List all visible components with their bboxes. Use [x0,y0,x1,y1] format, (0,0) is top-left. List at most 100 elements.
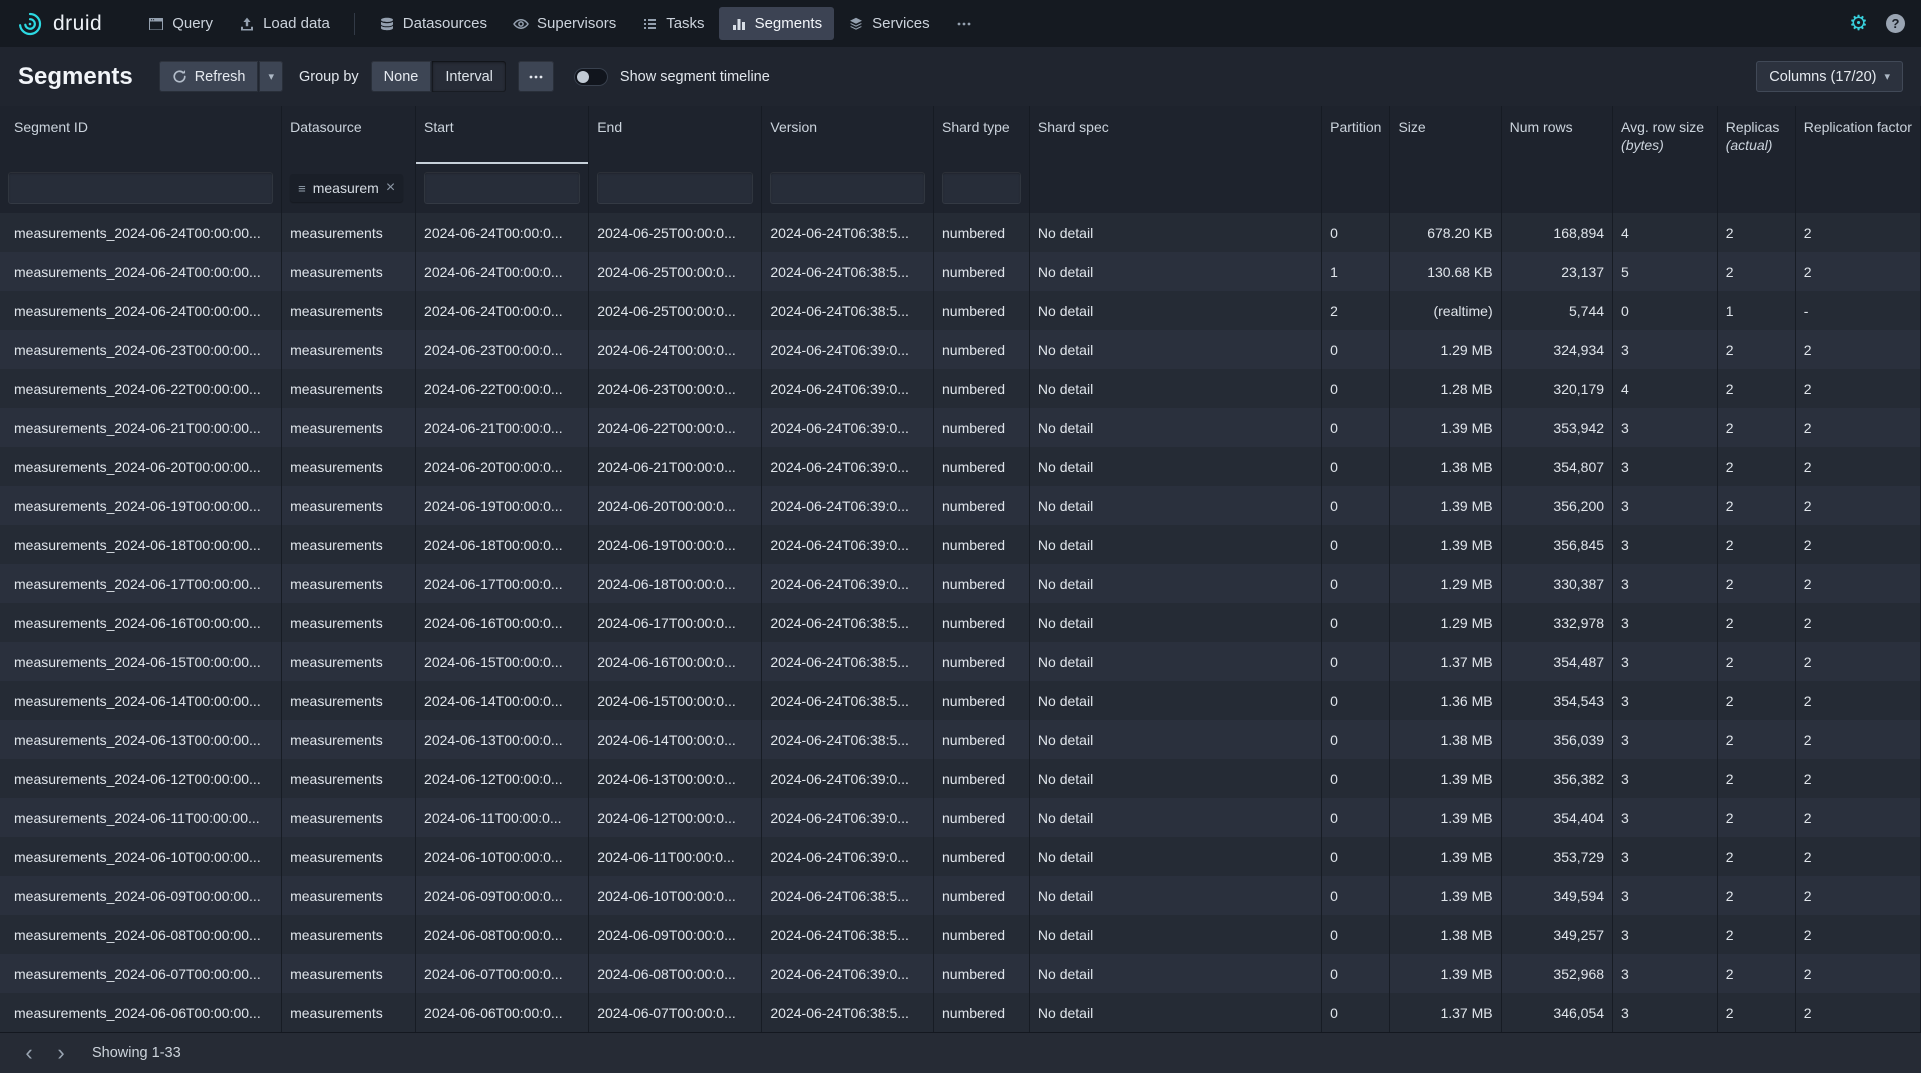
cell-partition[interactable]: 0 [1322,681,1390,720]
remove-filter-icon[interactable]: × [386,180,395,196]
cell-datasource[interactable]: measurements [282,486,416,525]
cell-segment-id[interactable]: measurements_2024-06-21T00:00:00... [0,408,282,447]
cell-avg-row-size[interactable]: 3 [1613,954,1718,993]
cell-partition[interactable]: 0 [1322,603,1390,642]
cell-shard-type[interactable]: numbered [934,564,1030,603]
cell-segment-id[interactable]: measurements_2024-06-22T00:00:00... [0,369,282,408]
cell-datasource[interactable]: measurements [282,993,416,1032]
cell-datasource[interactable]: measurements [282,759,416,798]
cell-start[interactable]: 2024-06-15T00:00:0... [416,642,589,681]
nav-item-tasks[interactable]: Tasks [630,7,716,40]
cell-avg-row-size[interactable]: 3 [1613,993,1718,1032]
cell-size[interactable]: 1.28 MB [1390,369,1501,408]
cell-end[interactable]: 2024-06-10T00:00:0... [589,876,762,915]
cell-shard-type[interactable]: numbered [934,837,1030,876]
column-header-shard-spec[interactable]: Shard spec [1029,106,1321,164]
cell-num-rows[interactable]: 354,543 [1501,681,1612,720]
cell-partition[interactable]: 2 [1322,291,1390,330]
cell-datasource[interactable]: measurements [282,720,416,759]
cell-version[interactable]: 2024-06-24T06:39:0... [762,330,934,369]
cell-partition[interactable]: 0 [1322,759,1390,798]
cell-shard-type[interactable]: numbered [934,603,1030,642]
cell-start[interactable]: 2024-06-24T00:00:0... [416,213,589,252]
cell-shard-spec[interactable]: No detail [1029,252,1321,291]
cell-avg-row-size[interactable]: 3 [1613,564,1718,603]
cell-datasource[interactable]: measurements [282,876,416,915]
cell-datasource[interactable]: measurements [282,837,416,876]
cell-shard-type[interactable]: numbered [934,915,1030,954]
cell-replication-factor[interactable]: 2 [1795,447,1920,486]
cell-segment-id[interactable]: measurements_2024-06-11T00:00:00... [0,798,282,837]
cell-version[interactable]: 2024-06-24T06:38:5... [762,213,934,252]
cell-num-rows[interactable]: 356,200 [1501,486,1612,525]
cell-num-rows[interactable]: 324,934 [1501,330,1612,369]
cell-replicas[interactable]: 2 [1717,798,1795,837]
cell-shard-spec[interactable]: No detail [1029,564,1321,603]
cell-replication-factor[interactable]: 2 [1795,252,1920,291]
cell-shard-type[interactable]: numbered [934,291,1030,330]
cell-segment-id[interactable]: measurements_2024-06-09T00:00:00... [0,876,282,915]
cell-size[interactable]: 1.39 MB [1390,486,1501,525]
cell-datasource[interactable]: measurements [282,954,416,993]
cell-replication-factor[interactable]: 2 [1795,486,1920,525]
cell-partition[interactable]: 0 [1322,993,1390,1032]
cell-start[interactable]: 2024-06-10T00:00:0... [416,837,589,876]
cell-shard-spec[interactable]: No detail [1029,603,1321,642]
cell-size[interactable]: 1.39 MB [1390,954,1501,993]
cell-avg-row-size[interactable]: 3 [1613,525,1718,564]
cell-shard-spec[interactable]: No detail [1029,291,1321,330]
cell-end[interactable]: 2024-06-14T00:00:0... [589,720,762,759]
cell-num-rows[interactable]: 330,387 [1501,564,1612,603]
cell-size[interactable]: 1.39 MB [1390,837,1501,876]
cell-partition[interactable]: 0 [1322,369,1390,408]
cell-shard-spec[interactable]: No detail [1029,681,1321,720]
refresh-button[interactable]: Refresh [159,61,259,92]
cell-start[interactable]: 2024-06-07T00:00:0... [416,954,589,993]
cell-partition[interactable]: 0 [1322,642,1390,681]
cell-avg-row-size[interactable]: 0 [1613,291,1718,330]
cell-shard-type[interactable]: numbered [934,954,1030,993]
cell-num-rows[interactable]: 346,054 [1501,993,1612,1032]
cell-datasource[interactable]: measurements [282,798,416,837]
filter-input-end[interactable] [597,172,753,204]
column-header-partition[interactable]: Partition [1322,106,1390,164]
cell-end[interactable]: 2024-06-17T00:00:0... [589,603,762,642]
prev-page-button[interactable]: ‹ [14,1038,44,1068]
cell-datasource[interactable]: measurements [282,603,416,642]
cell-end[interactable]: 2024-06-23T00:00:0... [589,369,762,408]
cell-version[interactable]: 2024-06-24T06:39:0... [762,837,934,876]
cell-partition[interactable]: 0 [1322,525,1390,564]
cell-shard-spec[interactable]: No detail [1029,759,1321,798]
cell-size[interactable]: 1.39 MB [1390,876,1501,915]
cell-version[interactable]: 2024-06-24T06:38:5... [762,252,934,291]
cell-replicas[interactable]: 2 [1717,759,1795,798]
cell-segment-id[interactable]: measurements_2024-06-19T00:00:00... [0,486,282,525]
cell-avg-row-size[interactable]: 3 [1613,876,1718,915]
cell-version[interactable]: 2024-06-24T06:38:5... [762,291,934,330]
cell-start[interactable]: 2024-06-08T00:00:0... [416,915,589,954]
cell-partition[interactable]: 0 [1322,213,1390,252]
cell-start[interactable]: 2024-06-23T00:00:0... [416,330,589,369]
cell-replicas[interactable]: 2 [1717,720,1795,759]
cell-replication-factor[interactable]: 2 [1795,993,1920,1032]
column-header-replicas[interactable]: Replicas(actual) [1717,106,1795,164]
cell-size[interactable]: 1.39 MB [1390,525,1501,564]
cell-avg-row-size[interactable]: 3 [1613,642,1718,681]
filter-input-shard-type[interactable] [942,172,1021,204]
cell-replicas[interactable]: 2 [1717,993,1795,1032]
cell-shard-type[interactable]: numbered [934,252,1030,291]
cell-replication-factor[interactable]: 2 [1795,720,1920,759]
cell-segment-id[interactable]: measurements_2024-06-23T00:00:00... [0,330,282,369]
cell-shard-type[interactable]: numbered [934,525,1030,564]
cell-replicas[interactable]: 2 [1717,876,1795,915]
cell-partition[interactable]: 0 [1322,720,1390,759]
cell-shard-type[interactable]: numbered [934,447,1030,486]
cell-start[interactable]: 2024-06-17T00:00:0... [416,564,589,603]
cell-datasource[interactable]: measurements [282,681,416,720]
cell-version[interactable]: 2024-06-24T06:38:5... [762,915,934,954]
cell-datasource[interactable]: measurements [282,642,416,681]
cell-shard-type[interactable]: numbered [934,369,1030,408]
cell-partition[interactable]: 0 [1322,564,1390,603]
column-header-size[interactable]: Size [1390,106,1501,164]
cell-size[interactable]: 678.20 KB [1390,213,1501,252]
